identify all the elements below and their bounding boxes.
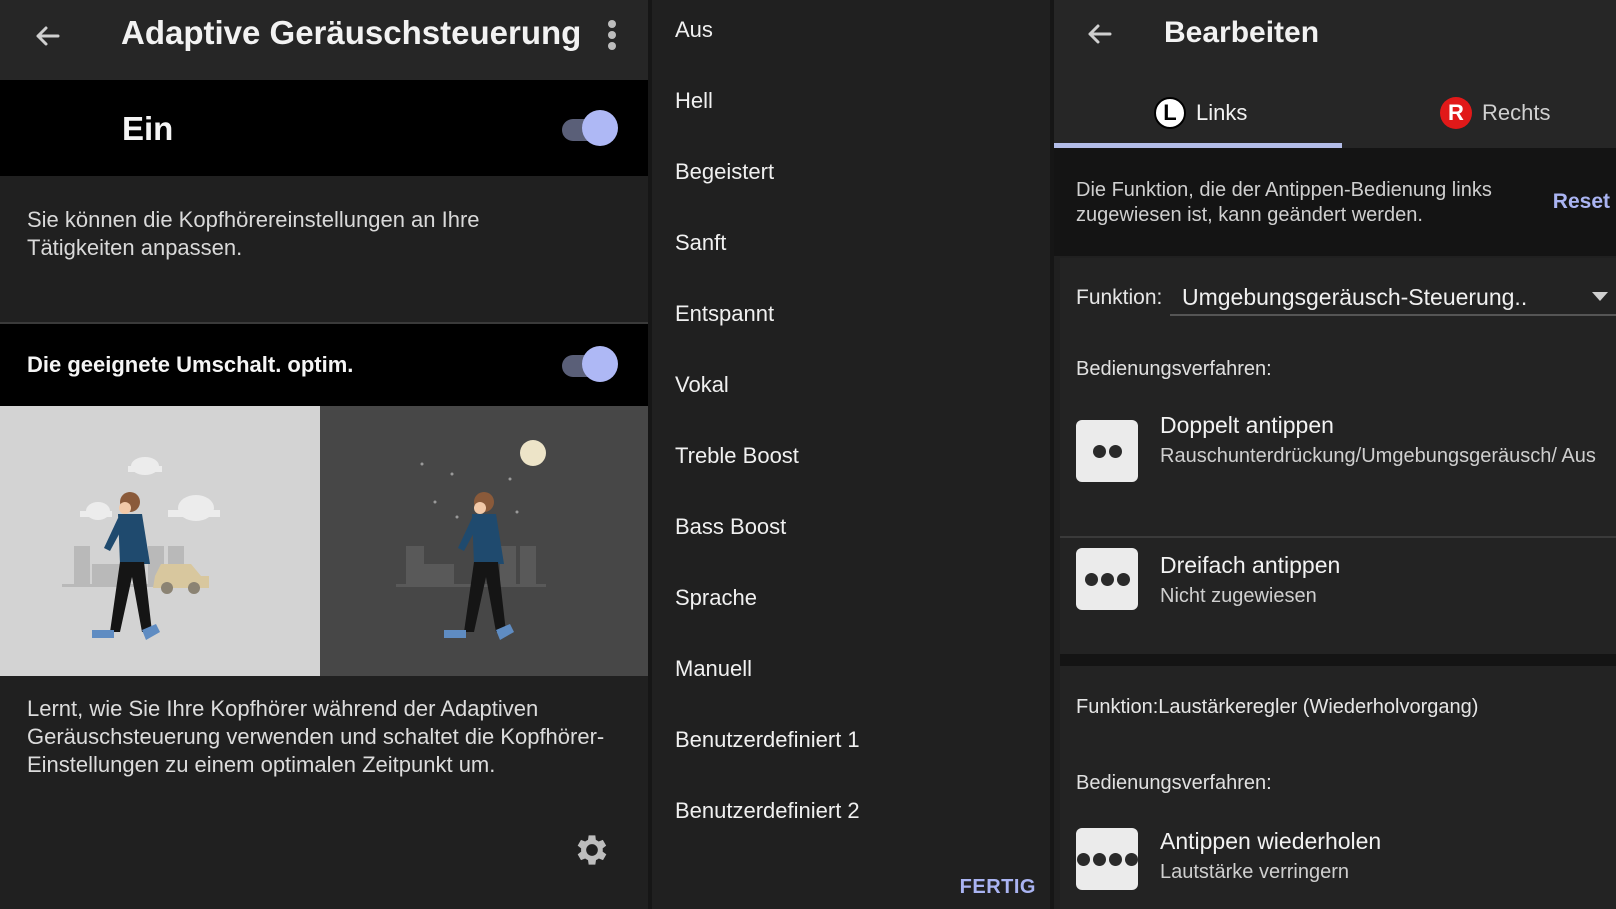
- triple-tap-icon: [1076, 548, 1138, 610]
- option-item[interactable]: Bass Boost: [675, 514, 786, 540]
- operation-label: Bedienungsverfahren:: [1076, 772, 1272, 794]
- function-label: Funktion:: [1076, 286, 1163, 309]
- tab-label: Rechts: [1482, 100, 1551, 125]
- main-toggle-row[interactable]: Ein: [0, 80, 648, 176]
- function-value: Umgebungsgeräusch-Steuerung..: [1182, 284, 1528, 310]
- done-button[interactable]: FERTIG: [960, 876, 1036, 899]
- optimize-toggle-label: Die geeignete Umschalt. optim.: [27, 352, 354, 377]
- operation-title: Dreifach antippen: [1160, 552, 1341, 578]
- operation-subtitle: Lautstärke verringern: [1160, 861, 1349, 883]
- tab-label: Links: [1196, 100, 1248, 125]
- more-options-icon[interactable]: [600, 18, 624, 54]
- section-gap: [1060, 654, 1616, 666]
- operation-subtitle: Nicht zugewiesen: [1160, 585, 1317, 607]
- operation-label: Bedienungsverfahren:: [1076, 358, 1272, 380]
- edit-panel: Bearbeiten L Links R Rechts Die Funktion…: [1050, 0, 1616, 909]
- optimize-toggle-row[interactable]: Die geeignete Umschalt. optim.: [0, 324, 648, 406]
- option-item[interactable]: Sprache: [675, 585, 757, 611]
- function-card: Funktion: Umgebungsgeräusch-Steuerung.. …: [1060, 258, 1616, 536]
- night-walking-illustration: [320, 406, 648, 676]
- function-dropdown[interactable]: Umgebungsgeräusch-Steuerung..: [1170, 270, 1616, 316]
- page-title: Bearbeiten: [1164, 16, 1320, 49]
- app-bar: Adaptive Geräuschsteuerung: [0, 0, 648, 80]
- option-item[interactable]: Entspannt: [675, 301, 774, 327]
- back-arrow-icon[interactable]: [1080, 14, 1120, 54]
- option-item[interactable]: Begeistert: [675, 159, 774, 185]
- double-tap-icon: [1076, 420, 1138, 482]
- page-title: Adaptive Geräuschsteuerung: [121, 14, 582, 51]
- app-bar: Bearbeiten L Links R Rechts: [1054, 0, 1616, 148]
- back-arrow-icon[interactable]: [28, 16, 68, 56]
- option-item[interactable]: Benutzerdefiniert 2: [675, 798, 860, 824]
- info-text: Die Funktion, die der Antippen-Bedienung…: [1076, 179, 1492, 226]
- option-item[interactable]: Vokal: [675, 372, 729, 398]
- option-item[interactable]: Hell: [675, 88, 713, 114]
- right-badge-icon: R: [1440, 97, 1472, 129]
- equalizer-options-panel: Aus Hell Begeistert Sanft Entspannt Voka…: [648, 0, 1050, 909]
- operation-title[interactable]: Doppelt antippen: [1160, 412, 1334, 439]
- optimize-toggle-switch[interactable]: [560, 346, 618, 382]
- tab-right[interactable]: R Rechts: [1440, 95, 1550, 131]
- option-item[interactable]: Treble Boost: [675, 443, 799, 469]
- learning-description-text: Lernt, wie Sie Ihre Kopfhörer während de…: [27, 696, 605, 777]
- description-text: Sie können die Kopfhörereinstellungen an…: [27, 207, 480, 260]
- operation-item[interactable]: Dreifach antippen Nicht zugewiesen: [1060, 536, 1616, 654]
- reset-button[interactable]: Reset: [1553, 190, 1610, 214]
- operation-title[interactable]: Antippen wiederholen: [1160, 828, 1381, 855]
- info-banner: Die Funktion, die der Antippen-Bedienung…: [1054, 148, 1616, 256]
- gear-icon[interactable]: [572, 830, 612, 870]
- main-toggle-label: Ein: [122, 110, 174, 147]
- left-badge-icon: L: [1154, 97, 1186, 129]
- dropdown-arrow-icon: [1592, 292, 1608, 301]
- day-walking-illustration: [0, 406, 320, 676]
- option-item[interactable]: Benutzerdefiniert 1: [675, 727, 860, 753]
- adaptive-sound-control-panel: Adaptive Geräuschsteuerung Ein Sie könne…: [0, 0, 648, 909]
- repeat-tap-icon: [1076, 828, 1138, 890]
- second-function-label: Funktion:Laustärkeregler (Wiederholvorga…: [1076, 696, 1479, 718]
- main-toggle-switch[interactable]: [560, 110, 618, 146]
- option-item[interactable]: Sanft: [675, 230, 726, 256]
- option-item[interactable]: Manuell: [675, 656, 752, 682]
- option-item[interactable]: Aus: [675, 17, 713, 43]
- volume-function-card: Funktion:Laustärkeregler (Wiederholvorga…: [1060, 666, 1616, 909]
- tab-left[interactable]: L Links: [1154, 95, 1247, 131]
- operation-subtitle: Rauschunterdrückung/Umgebungsgeräusch/ A…: [1160, 445, 1596, 467]
